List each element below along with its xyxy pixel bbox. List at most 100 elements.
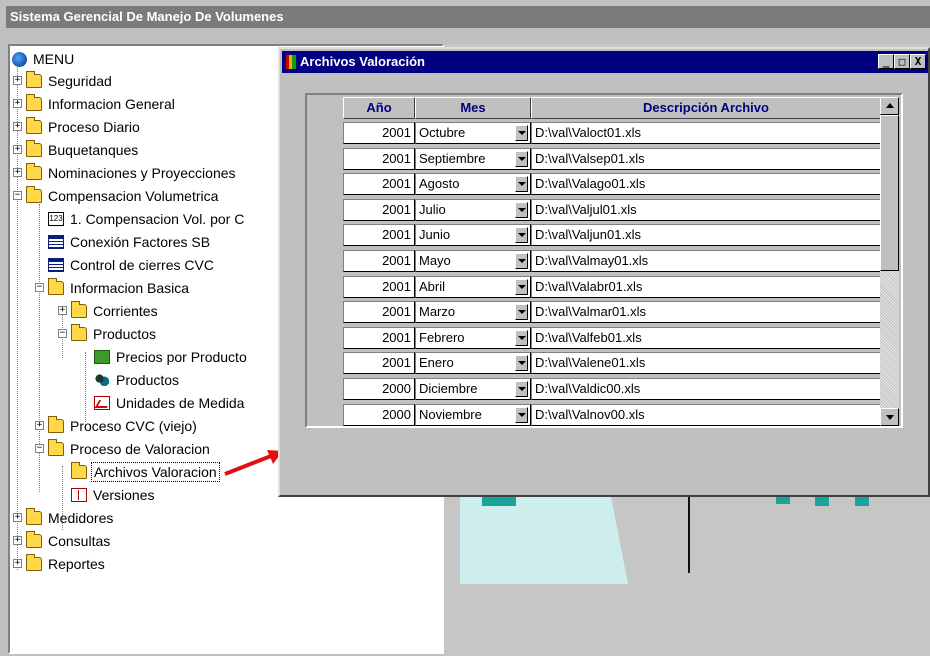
year-cell[interactable]: 2001 xyxy=(343,352,415,374)
month-dropdown[interactable]: Diciembre xyxy=(415,378,531,400)
file-description-cell[interactable]: D:\val\Valene01.xls xyxy=(531,352,881,374)
scroll-down-button[interactable] xyxy=(880,408,899,426)
file-description-cell[interactable]: D:\val\Valjul01.xls xyxy=(531,199,881,221)
column-header-year[interactable]: Año xyxy=(343,97,415,119)
dropdown-arrow-icon[interactable] xyxy=(515,253,528,269)
month-dropdown[interactable]: Marzo xyxy=(415,301,531,323)
year-cell[interactable]: 2000 xyxy=(343,404,415,426)
dropdown-arrow-icon[interactable] xyxy=(515,279,528,295)
dropdown-arrow-icon[interactable] xyxy=(515,304,528,320)
tree-item-buquetanques[interactable]: Buquetanques xyxy=(26,139,140,161)
scroll-thumb[interactable] xyxy=(880,115,899,271)
month-dropdown[interactable]: Noviembre xyxy=(415,404,531,426)
minimize-button[interactable]: _ xyxy=(878,54,894,69)
column-header-month[interactable]: Mes xyxy=(415,97,531,119)
dropdown-arrow-icon[interactable] xyxy=(515,202,528,218)
tree-item-unidades-medida[interactable]: Unidades de Medida xyxy=(94,392,246,414)
month-dropdown[interactable]: Enero xyxy=(415,352,531,374)
year-cell[interactable]: 2001 xyxy=(343,122,415,144)
year-cell[interactable]: 2001 xyxy=(343,327,415,349)
tree-item-proceso-cvc-viejo[interactable]: Proceso CVC (viejo) xyxy=(48,415,199,437)
folder-icon xyxy=(71,301,87,318)
file-description-cell[interactable]: D:\val\Valoct01.xls xyxy=(531,122,881,144)
tree-item-consultas[interactable]: Consultas xyxy=(26,530,112,552)
tree-item-archivos-valoracion[interactable]: Archivos Valoracion xyxy=(71,461,220,483)
month-dropdown[interactable]: Octubre xyxy=(415,122,531,144)
tree-item-nominaciones[interactable]: Nominaciones y Proyecciones xyxy=(26,162,238,184)
tree-item-productos-folder[interactable]: Productos xyxy=(71,323,158,345)
file-description-cell[interactable]: D:\val\Valsep01.xls xyxy=(531,148,881,170)
file-description-cell[interactable]: D:\val\Valago01.xls xyxy=(531,173,881,195)
tree-item-versiones[interactable]: Versiones xyxy=(71,484,156,506)
file-description-cell[interactable]: D:\val\Valmar01.xls xyxy=(531,301,881,323)
expand-toggle[interactable]: + xyxy=(13,168,22,177)
dialog-title-bar[interactable]: Archivos Valoración _ □ X xyxy=(282,51,928,73)
collapse-toggle[interactable]: − xyxy=(58,329,67,338)
file-description-cell[interactable]: D:\val\Valdic00.xls xyxy=(531,378,881,400)
dropdown-arrow-icon[interactable] xyxy=(515,176,528,192)
close-button[interactable]: X xyxy=(910,54,926,69)
expand-toggle[interactable]: + xyxy=(58,306,67,315)
tree-item-medidores[interactable]: Medidores xyxy=(26,507,115,529)
tree-item-control-cierres[interactable]: Control de cierres CVC xyxy=(48,254,216,276)
file-description-cell[interactable]: D:\val\Valmay01.xls xyxy=(531,250,881,272)
scroll-up-button[interactable] xyxy=(880,97,899,115)
year-cell[interactable]: 2001 xyxy=(343,148,415,170)
month-dropdown[interactable]: Septiembre xyxy=(415,148,531,170)
maximize-button[interactable]: □ xyxy=(894,54,910,69)
year-cell[interactable]: 2001 xyxy=(343,250,415,272)
expand-toggle[interactable]: + xyxy=(13,513,22,522)
expand-toggle[interactable]: + xyxy=(13,145,22,154)
tree-item-compensacion-volumetrica[interactable]: Compensacion Volumetrica xyxy=(26,185,220,207)
expand-toggle[interactable]: + xyxy=(35,421,44,430)
year-cell[interactable]: 2001 xyxy=(343,301,415,323)
dropdown-arrow-icon[interactable] xyxy=(515,227,528,243)
folder-icon xyxy=(26,94,42,111)
tree-item-informacion-general[interactable]: Informacion General xyxy=(26,93,177,115)
collapse-toggle[interactable]: − xyxy=(35,283,44,292)
tree-item-precios-producto[interactable]: Precios por Producto xyxy=(94,346,249,368)
tree-item-productos[interactable]: Productos xyxy=(94,369,181,391)
column-header-file-description[interactable]: Descripción Archivo xyxy=(531,97,881,119)
dropdown-arrow-icon[interactable] xyxy=(515,330,528,346)
year-cell[interactable]: 2000 xyxy=(343,378,415,400)
month-dropdown[interactable]: Febrero xyxy=(415,327,531,349)
file-description-cell[interactable]: D:\val\Valabr01.xls xyxy=(531,276,881,298)
tree-item-proceso-diario[interactable]: Proceso Diario xyxy=(26,116,142,138)
files-grid[interactable]: Año Mes Descripción Archivo 2001 Octubre D… xyxy=(305,93,903,428)
tree-item-informacion-basica[interactable]: Informacion Basica xyxy=(48,277,191,299)
tree-item-seguridad[interactable]: Seguridad xyxy=(26,70,114,92)
file-description-cell[interactable]: D:\val\Valnov00.xls xyxy=(531,404,881,426)
dropdown-arrow-icon[interactable] xyxy=(515,407,528,423)
tree-item-corrientes[interactable]: Corrientes xyxy=(71,300,160,322)
tree-item-reportes[interactable]: Reportes xyxy=(26,553,107,575)
tree-item-compensacion-vol[interactable]: 123 1. Compensacion Vol. por C xyxy=(48,208,246,230)
month-dropdown[interactable]: Junio xyxy=(415,224,531,246)
file-description-cell[interactable]: D:\val\Valjun01.xls xyxy=(531,224,881,246)
month-dropdown[interactable]: Abril xyxy=(415,276,531,298)
year-cell[interactable]: 2001 xyxy=(343,173,415,195)
month-dropdown[interactable]: Julio xyxy=(415,199,531,221)
year-cell[interactable]: 2001 xyxy=(343,276,415,298)
expand-toggle[interactable]: + xyxy=(13,122,22,131)
month-dropdown[interactable]: Agosto xyxy=(415,173,531,195)
dropdown-arrow-icon[interactable] xyxy=(515,151,528,167)
collapse-toggle[interactable]: − xyxy=(13,191,22,200)
tree-item-proceso-valoracion[interactable]: Proceso de Valoracion xyxy=(48,438,212,460)
expand-toggle[interactable]: + xyxy=(13,99,22,108)
collapse-toggle[interactable]: − xyxy=(35,444,44,453)
expand-toggle[interactable]: + xyxy=(13,536,22,545)
year-cell[interactable]: 2001 xyxy=(343,224,415,246)
expand-toggle[interactable]: + xyxy=(13,559,22,568)
folder-icon xyxy=(26,71,42,88)
dropdown-arrow-icon[interactable] xyxy=(515,381,528,397)
vertical-scrollbar[interactable] xyxy=(880,97,899,426)
expand-toggle[interactable]: + xyxy=(13,76,22,85)
file-description-cell[interactable]: D:\val\Valfeb01.xls xyxy=(531,327,881,349)
tree-root-menu[interactable]: MENU xyxy=(12,48,76,70)
dropdown-arrow-icon[interactable] xyxy=(515,355,528,371)
month-dropdown[interactable]: Mayo xyxy=(415,250,531,272)
year-cell[interactable]: 2001 xyxy=(343,199,415,221)
dropdown-arrow-icon[interactable] xyxy=(515,125,528,141)
tree-item-conexion-factores[interactable]: Conexión Factores SB xyxy=(48,231,212,253)
